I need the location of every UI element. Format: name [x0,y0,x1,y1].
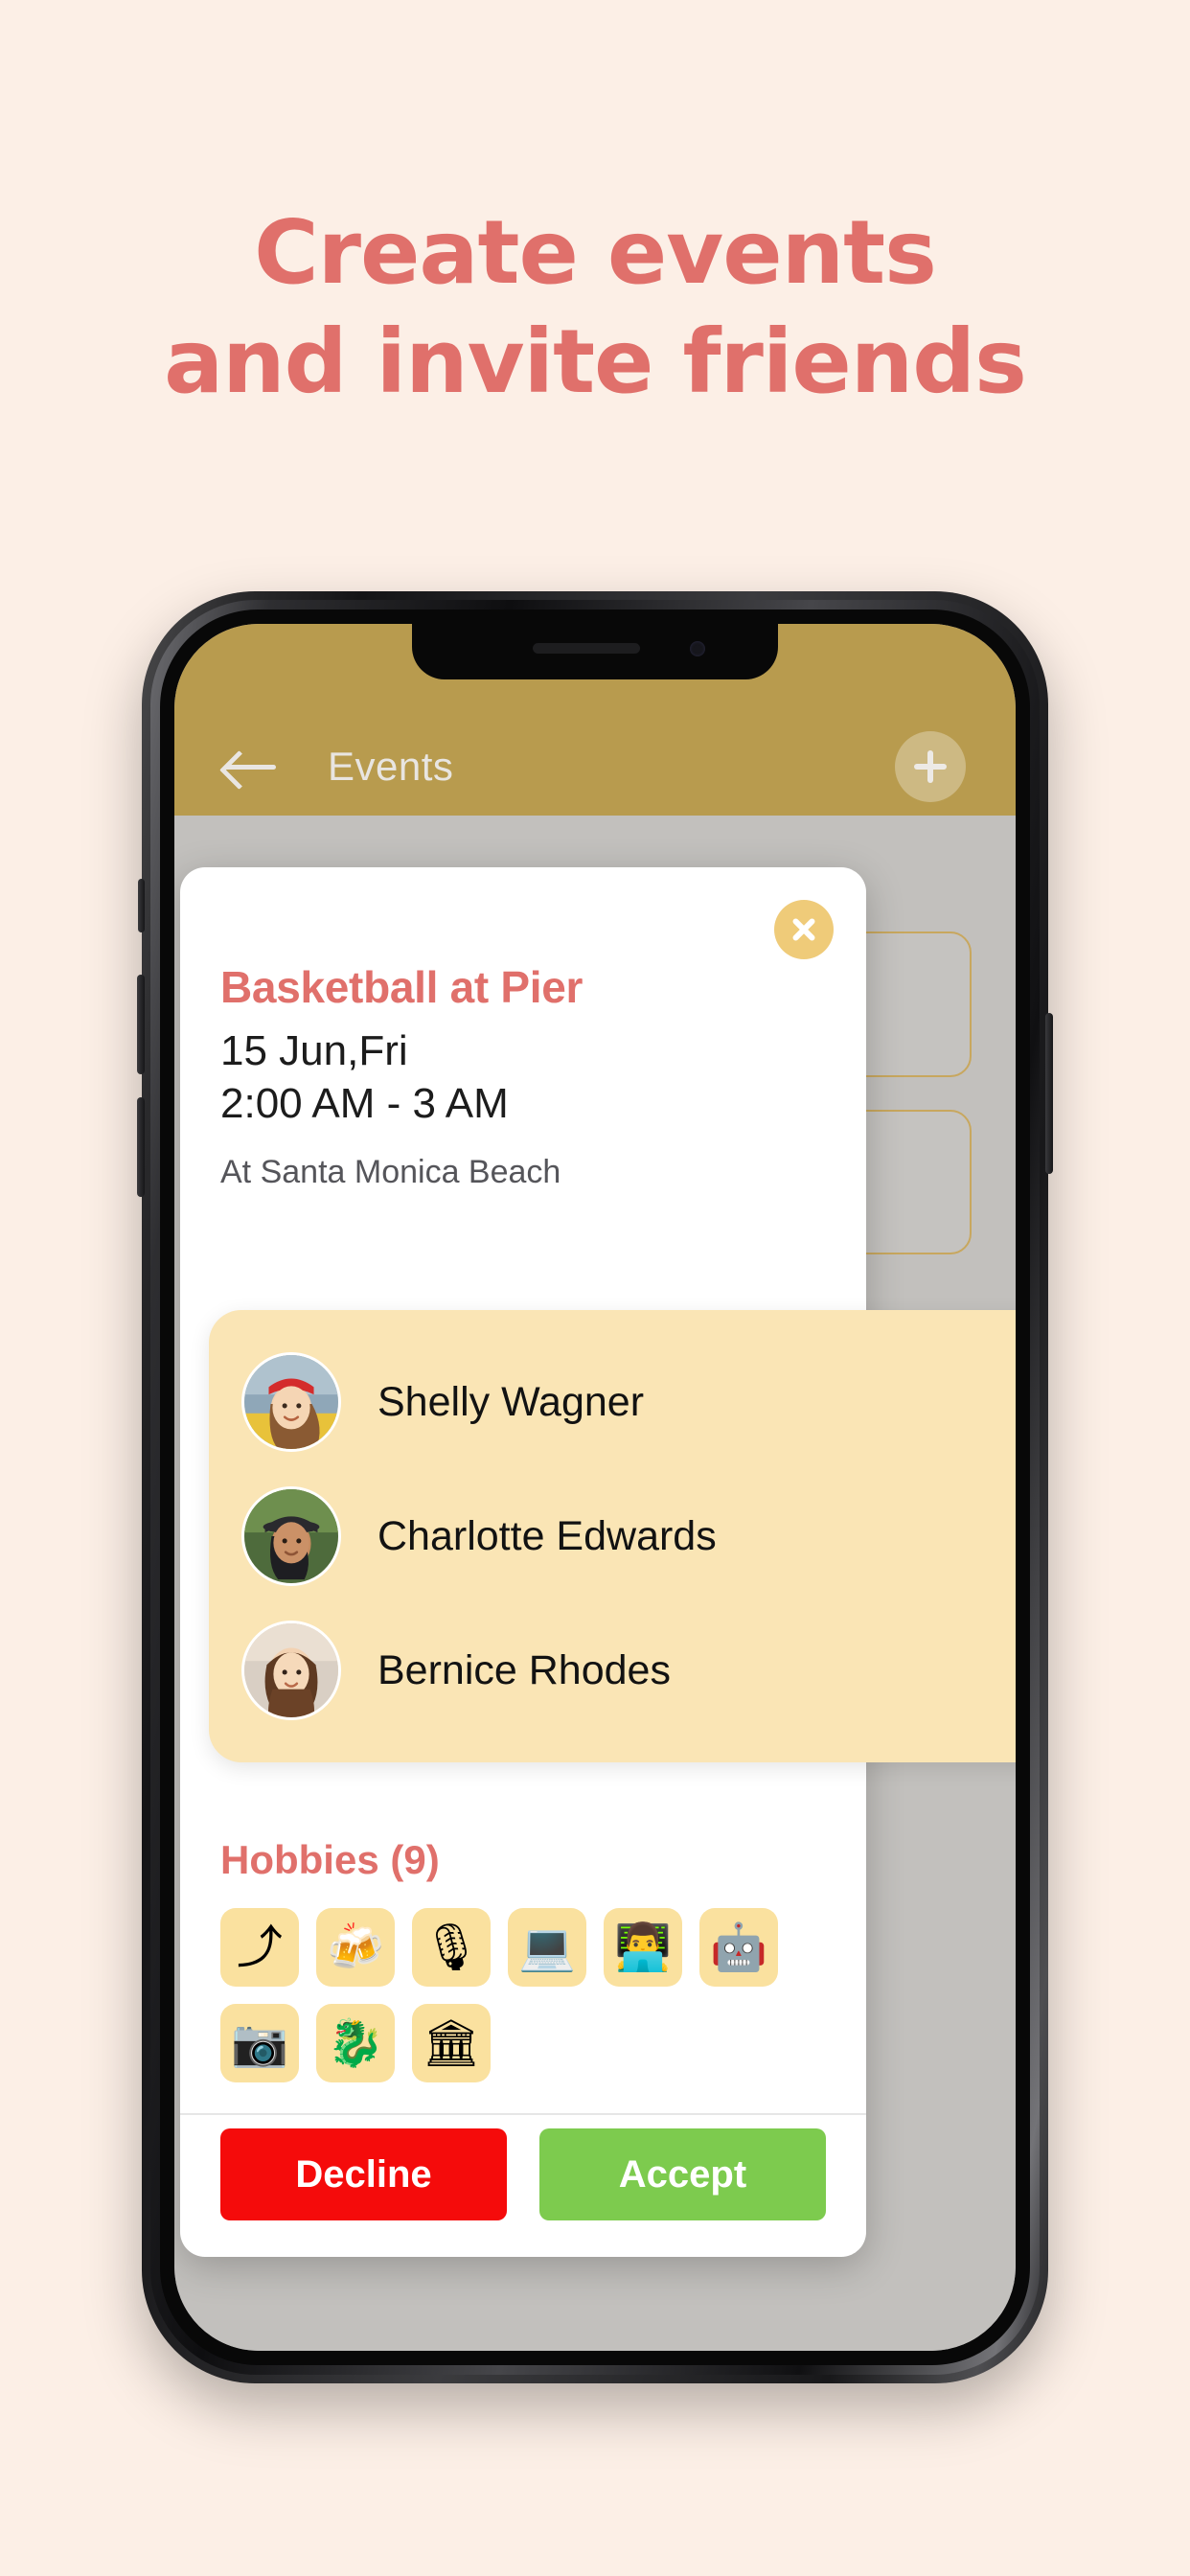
list-item[interactable]: Charlotte Edwards [209,1469,1016,1603]
silent-switch[interactable] [138,879,145,932]
phone-mockup: Events Pending 15 Jun,Fri Basketball at … [137,591,1053,2383]
hobbies-section: Hobbies (9) ⤴ 🍻 🎙 💻 👨‍💻 🤖 📷 🐉 🏛 [220,1837,826,2082]
cartwheel-icon[interactable]: ⤴ [220,1908,299,1987]
headline-line-1: Create events [254,201,937,304]
avatar [241,1621,341,1720]
beers-icon[interactable]: 🍻 [316,1908,395,1987]
attendee-name: Shelly Wagner [378,1378,645,1425]
marketing-screenshot: Create events and invite friends Events [0,0,1190,2576]
plus-icon[interactable] [895,731,966,802]
attendee-name: Bernice Rhodes [378,1646,671,1693]
dragon-icon[interactable]: 🐉 [316,2004,395,2082]
volume-down-button[interactable] [137,1097,145,1197]
list-item[interactable]: Shelly Wagner [209,1335,1016,1469]
modal-event-time: 2:00 AM - 3 AM [220,1080,509,1128]
microphone-icon[interactable]: 🎙 [412,1908,491,1987]
page-title: Create events and invite friends [0,209,1190,406]
attendee-name: Charlotte Edwards [378,1512,717,1559]
front-camera-icon [690,641,705,656]
earpiece-speaker-icon [533,643,641,654]
hobbies-title: Hobbies (9) [220,1837,440,1882]
attendees-panel: Shelly Wagner Charlotte Edwards Bernice … [209,1310,1016,1762]
modal-event-title: Basketball at Pier [220,962,584,1012]
arrow-left-icon[interactable] [224,747,278,787]
list-item[interactable]: Bernice Rhodes [209,1603,1016,1737]
avatar [241,1352,341,1452]
decline-button[interactable]: Decline [220,2128,507,2220]
close-icon[interactable] [774,900,834,959]
phone-screen: Events Pending 15 Jun,Fri Basketball at … [174,624,1016,2351]
event-detail-modal: Basketball at Pier 15 Jun,Fri 2:00 AM - … [180,867,1016,2257]
modal-event-place: At Santa Monica Beach [220,1153,561,1190]
camera-icon[interactable]: 📷 [220,2004,299,2082]
modal-event-date: 15 Jun,Fri [220,1027,408,1074]
technologist-icon[interactable]: 👨‍💻 [604,1908,682,1987]
robot-icon[interactable]: 🤖 [699,1908,778,1987]
modal-body: Basketball at Pier 15 Jun,Fri 2:00 AM - … [180,867,866,1191]
laptop-icon[interactable]: 💻 [508,1908,586,1987]
app-header-title: Events [328,744,454,789]
hobbies-grid: ⤴ 🍻 🎙 💻 👨‍💻 🤖 📷 🐉 🏛 [220,1908,795,2082]
accept-button[interactable]: Accept [539,2128,826,2220]
volume-up-button[interactable] [137,975,145,1074]
modal-actions: Decline Accept [220,2128,826,2220]
divider [180,2113,866,2115]
phone-notch [412,624,778,679]
app-header-row: Events [174,731,1016,802]
classical-building-icon[interactable]: 🏛 [412,2004,491,2082]
headline-line-2: and invite friends [164,310,1027,413]
power-button[interactable] [1045,1013,1053,1174]
avatar [241,1486,341,1586]
